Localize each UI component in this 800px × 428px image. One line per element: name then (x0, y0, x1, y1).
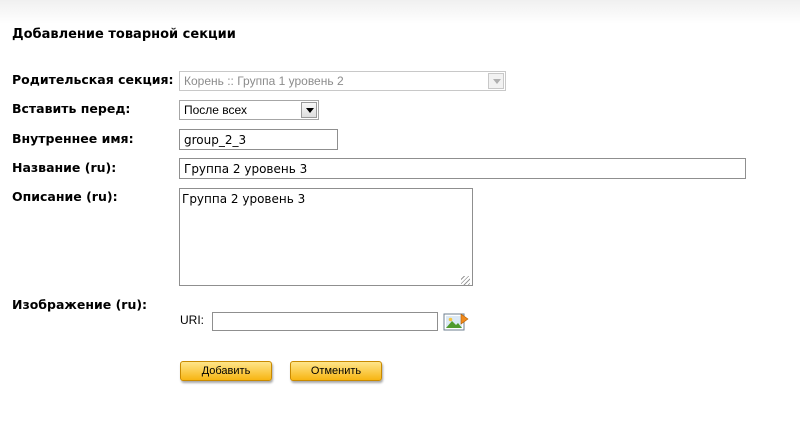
parent-section-value: Корень :: Группа 1 уровень 2 (184, 74, 344, 88)
description-ru-label: Описание (ru): (12, 189, 118, 204)
insert-before-select[interactable]: После всех (179, 100, 319, 120)
top-shadow (0, 0, 800, 24)
cancel-button[interactable]: Отменить (290, 361, 382, 381)
insert-before-value: После всех (184, 103, 247, 117)
parent-section-label: Родительская секция: (12, 72, 174, 87)
internal-name-label: Внутреннее имя: (12, 131, 134, 146)
resize-grip-icon[interactable] (461, 276, 470, 285)
internal-name-input[interactable] (179, 129, 338, 150)
page-title: Добавление товарной секции (12, 27, 236, 42)
add-button[interactable]: Добавить (180, 361, 272, 381)
name-ru-input[interactable] (179, 158, 746, 179)
name-ru-label: Название (ru): (12, 160, 117, 175)
image-picker-icon[interactable] (443, 312, 469, 332)
uri-input[interactable] (212, 312, 438, 331)
parent-section-select[interactable]: Корень :: Группа 1 уровень 2 (179, 71, 506, 91)
insert-before-label: Вставить перед: (12, 101, 131, 116)
chevron-down-icon (488, 73, 504, 89)
image-ru-label: Изображение (ru): (12, 297, 148, 312)
uri-label: URI: (180, 313, 204, 327)
chevron-down-icon (301, 102, 317, 118)
description-ru-textarea[interactable]: Группа 2 уровень 3 (179, 188, 473, 286)
